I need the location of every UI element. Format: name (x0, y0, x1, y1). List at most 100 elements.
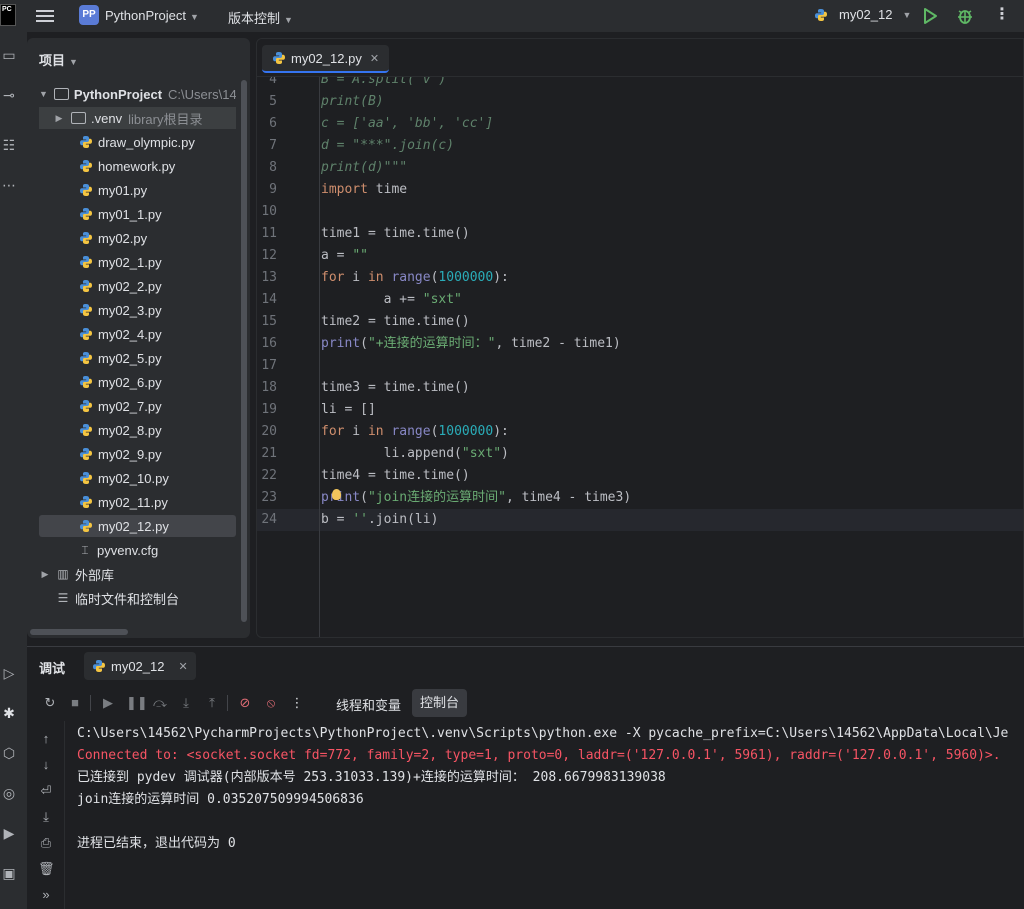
run-config-selector[interactable]: my02_12 ▼ (814, 7, 911, 22)
tree-file-item[interactable]: my02_7.py (39, 395, 236, 417)
view-breakpoints-icon[interactable]: ⊘ (237, 695, 253, 711)
root-path: C:\Users\14562 (168, 86, 236, 102)
project-switcher[interactable]: PythonProject ▼ (105, 8, 199, 23)
code-line[interactable]: 14 a += "sxt" (257, 289, 1023, 311)
code-editor[interactable]: 4B = A.split("v") 5 print(B) 6 c = ['aa', 'b… (256, 38, 1024, 638)
resume-icon[interactable]: ▶ (100, 695, 116, 711)
code-line[interactable]: 7 d = "***".join(c) (257, 135, 1023, 157)
python-console-icon[interactable]: ▶ (0, 824, 18, 842)
tab-my02-12[interactable]: my02_12.py ✕ (262, 45, 390, 73)
more-tools-icon[interactable]: ⋯ (0, 176, 18, 194)
tree-file-item[interactable]: my02_12.py (39, 515, 236, 537)
line-number: 5 (269, 94, 277, 109)
tree-file-item[interactable]: my02_8.py (39, 419, 236, 441)
tree-root[interactable]: ▼ PythonProject C:\Users\14562 (39, 83, 236, 105)
tree-scratches[interactable]: ☰ 临时文件和控制台 (39, 587, 236, 609)
line-number: 17 (261, 358, 277, 373)
threads-variables-tab[interactable]: 线程和变量 (336, 695, 401, 714)
code-line[interactable]: 18 time3 = time.time() (257, 377, 1023, 399)
code-line[interactable]: 20 for i in range(1000000): (257, 421, 1023, 443)
soft-wrap-icon[interactable]: ⏎ (38, 783, 54, 799)
pause-icon[interactable]: ❚❚ (126, 695, 148, 711)
console-tab[interactable]: 控制台 (412, 689, 468, 717)
code-line[interactable]: 10 (257, 201, 1023, 223)
close-icon[interactable]: ✕ (178, 660, 187, 673)
stop-icon[interactable]: ■ (67, 695, 83, 711)
code-line[interactable]: 16 print("+连接的运算时间：", time2 - time1) (257, 333, 1023, 355)
tree-file-item[interactable]: draw_olympic.py (39, 131, 236, 153)
horizontal-scrollbar[interactable] (30, 629, 128, 635)
tree-file-item[interactable]: my02_1.py (39, 251, 236, 273)
tree-venv[interactable]: ▶ .venv library根目录 (39, 107, 236, 129)
code-line[interactable]: 6 c = ['aa', 'bb', 'cc'] (257, 113, 1023, 135)
code-line[interactable]: 13 for i in range(1000000): (257, 267, 1023, 289)
scroll-to-end-icon[interactable]: ⤓ (38, 809, 54, 825)
code-line[interactable]: 12 a = "" (257, 245, 1023, 267)
code-line[interactable]: 23 print("join连接的运算时间", time4 - time3) (257, 487, 1023, 509)
code-line[interactable]: 19 li = [] (257, 399, 1023, 421)
tree-cfg-file[interactable]: ⌶ pyvenv.cfg (39, 539, 236, 561)
code-line[interactable]: 15 time2 = time.time() (257, 311, 1023, 333)
terminal-icon[interactable]: ▣ (0, 864, 18, 882)
close-icon[interactable]: ✕ (370, 52, 379, 65)
debug-icon[interactable] (956, 7, 974, 25)
line-number: 11 (261, 226, 277, 241)
step-out-icon[interactable]: ⤒ (204, 695, 220, 711)
commit-icon[interactable]: ⊸ (0, 86, 18, 104)
tree-file-item[interactable]: my02_3.py (39, 299, 236, 321)
code-line[interactable]: 22 time4 = time.time() (257, 465, 1023, 487)
more-options-icon[interactable]: ⋮ (289, 695, 305, 711)
mute-breakpoints-icon[interactable]: ⦸ (263, 695, 279, 711)
step-into-icon[interactable]: ⤓ (178, 695, 194, 711)
code-line[interactable]: 21 li.append("sxt") (257, 443, 1023, 465)
code-text: li = [] (321, 402, 376, 417)
tree-external-libs[interactable]: ▶ ▥ 外部库 (39, 563, 236, 585)
trash-icon[interactable]: 🗑 (38, 861, 55, 877)
tree-file-item[interactable]: my02_10.py (39, 467, 236, 489)
structure-icon[interactable]: ☷ (0, 136, 18, 154)
code-line[interactable]: 17 (257, 355, 1023, 377)
project-badge[interactable]: PP (79, 5, 99, 25)
more-options-icon[interactable]: ⋮ (994, 6, 1010, 24)
tree-file-item[interactable]: my02_5.py (39, 347, 236, 369)
tree-file-item[interactable]: my02_2.py (39, 275, 236, 297)
tree-file-item[interactable]: my01_1.py (39, 203, 236, 225)
python-file-icon (80, 304, 92, 316)
code-line[interactable]: 8 print(d)""" (257, 157, 1023, 179)
services-icon[interactable]: ◎ (0, 784, 18, 802)
code-text: print("+连接的运算时间：", time2 - time1) (321, 336, 621, 351)
code-line[interactable]: 5 print(B) (257, 91, 1023, 113)
tree-file-item[interactable]: my02.py (39, 227, 236, 249)
python-packages-icon[interactable]: ⬡ (0, 744, 18, 762)
console-output[interactable]: C:\Users\14562\PycharmProjects\PythonPro… (77, 723, 1024, 855)
vertical-scrollbar[interactable] (241, 80, 247, 622)
tree-file-item[interactable]: my02_6.py (39, 371, 236, 393)
pycharm-logo-icon: PC (0, 4, 16, 26)
tree-file-item[interactable]: my02_9.py (39, 443, 236, 465)
run-icon[interactable] (922, 7, 938, 25)
project-folder-icon[interactable]: ▭ (0, 46, 18, 64)
file-name: my02_4.py (98, 326, 162, 342)
rerun-icon[interactable]: ↻ (42, 695, 58, 711)
code-line[interactable]: 11 time1 = time.time() (257, 223, 1023, 245)
step-over-icon[interactable]: ⤼ (152, 695, 168, 711)
tree-file-item[interactable]: my01.py (39, 179, 236, 201)
run-tool-icon[interactable]: ▷ (0, 664, 18, 682)
main-menu-icon[interactable] (36, 8, 54, 24)
expand-icon[interactable]: » (38, 887, 54, 903)
debug-session-tab[interactable]: my02_12 ✕ (84, 652, 196, 680)
python-file-icon (93, 660, 105, 672)
arrow-up-icon[interactable]: ↑ (38, 731, 54, 747)
code-line[interactable]: 24 b = ''.join(li) (257, 509, 1023, 531)
intention-bulb-icon[interactable] (332, 489, 341, 500)
arrow-down-icon[interactable]: ↓ (38, 757, 54, 773)
tree-file-item[interactable]: my02_11.py (39, 491, 236, 513)
vcs-menu[interactable]: 版本控制 ▼ (228, 8, 293, 27)
tree-file-item[interactable]: homework.py (39, 155, 236, 177)
print-icon[interactable]: ⎙ (38, 835, 54, 851)
debug-tool-icon[interactable]: ✱ (0, 704, 18, 722)
code-line[interactable]: 9 import time (257, 179, 1023, 201)
project-panel-header[interactable]: 项目 ▼ (39, 50, 78, 69)
tree-file-item[interactable]: my02_4.py (39, 323, 236, 345)
python-file-icon (80, 328, 92, 340)
